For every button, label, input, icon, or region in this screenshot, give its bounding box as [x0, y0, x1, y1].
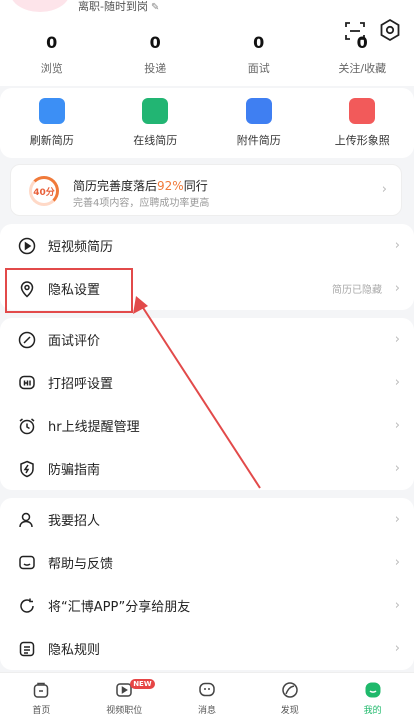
settings-group-3: 我要招人 › 帮助与反馈 › 将“汇博APP”分享给朋友 › 隐私规则 ›	[0, 498, 414, 670]
chevron-right-icon: ›	[394, 555, 400, 570]
resume-progress-card[interactable]: 40分 简历完善度落后92%同行 完善4项内容，应聘成功率更高 ›	[10, 164, 402, 216]
privacy-status-value: 简历已隐藏	[332, 285, 382, 296]
list-item-privacy-rules[interactable]: 隐私规则 ›	[0, 627, 414, 670]
me-icon	[365, 682, 381, 698]
list-item-recruit[interactable]: 我要招人 ›	[0, 498, 414, 541]
progress-title: 简历完善度落后92%同行	[73, 177, 208, 194]
list-item-label: 帮助与反馈	[48, 557, 114, 572]
message-icon	[199, 682, 215, 697]
quick-label: 在线简历	[133, 134, 178, 147]
tab-me[interactable]: 我的	[331, 673, 414, 720]
list-item-label: 防骗指南	[48, 463, 101, 478]
share-icon	[20, 598, 34, 613]
job-status-text: 离职-随时到岗	[78, 0, 148, 13]
list-item-label: 将“汇博APP”分享给朋友	[48, 600, 191, 615]
stat-value: 0	[356, 33, 368, 52]
profile-header: 离职-随时到岗 ✎ 0 浏览 0 投递 0 面试 0 关注/收藏	[0, 0, 414, 86]
progress-subtitle: 完善4项内容，应聘成功率更高	[73, 198, 210, 209]
stat-label: 投递	[144, 62, 167, 75]
bottom-tab-bar: 首页 NEW 视频职位 消息 发现 我的	[0, 672, 414, 720]
new-badge: NEW	[130, 679, 155, 689]
chevron-right-icon: ›	[394, 418, 400, 433]
chevron-right-icon: ›	[394, 641, 400, 656]
list-item-label: 短视频简历	[48, 240, 114, 255]
stat-value: 0	[149, 33, 161, 52]
quick-label: 附件简历	[236, 134, 281, 147]
stat-label: 浏览	[40, 62, 63, 75]
greeting-icon	[19, 375, 35, 389]
progress-title-suffix: 同行	[183, 179, 208, 193]
recruit-icon	[19, 512, 33, 527]
chevron-right-icon: ›	[394, 238, 400, 253]
list-item-interview-review[interactable]: 面试评价 ›	[0, 318, 414, 361]
rules-icon	[19, 641, 35, 656]
chevron-right-icon: ›	[394, 332, 400, 347]
chevron-right-icon: ›	[394, 512, 400, 527]
chevron-right-icon: ›	[394, 598, 400, 613]
stat-label: 关注/收藏	[338, 62, 387, 75]
stat-interviews[interactable]: 0 面试	[207, 32, 311, 76]
chevron-right-icon: ›	[394, 281, 400, 296]
chevron-right-icon: ›	[381, 182, 387, 197]
play-circle-icon	[18, 237, 36, 254]
stat-value: 0	[253, 33, 265, 52]
attachment-icon	[245, 98, 272, 124]
tab-label: 发现	[280, 706, 299, 716]
progress-ring: 40分	[29, 176, 59, 206]
list-item-label: 我要招人	[48, 514, 101, 529]
tab-home[interactable]: 首页	[0, 673, 83, 720]
progress-score: 40分	[33, 187, 55, 198]
tab-messages[interactable]: 消息	[166, 673, 249, 720]
list-item-video-resume[interactable]: 短视频简历 ›	[0, 224, 414, 267]
edit-icon[interactable]: ✎	[151, 2, 159, 13]
quick-label: 上传形象照	[334, 134, 390, 147]
job-status[interactable]: 离职-随时到岗 ✎	[78, 0, 159, 15]
list-item-label: 打招呼设置	[48, 377, 114, 392]
feedback-icon	[19, 555, 35, 569]
avatar[interactable]	[8, 0, 72, 14]
tab-label: 视频职位	[106, 706, 143, 716]
list-item-label: hr上线提醒管理	[48, 420, 140, 435]
quick-label: 刷新简历	[29, 134, 74, 147]
upload-photo-button[interactable]: 上传形象照	[311, 88, 414, 158]
tab-video-jobs[interactable]: NEW 视频职位	[83, 673, 166, 720]
list-item-greeting-settings[interactable]: 打招呼设置 ›	[0, 361, 414, 404]
stat-value: 0	[46, 33, 58, 52]
list-item-label: 面试评价	[48, 334, 101, 349]
settings-group-2: 面试评价 › 打招呼设置 › hr上线提醒管理 › 防骗指南 ›	[0, 318, 414, 490]
progress-percent: 92%	[157, 179, 184, 193]
tab-label: 首页	[32, 706, 51, 716]
progress-title-prefix: 简历完善度落后	[73, 179, 158, 193]
chevron-right-icon: ›	[394, 375, 400, 390]
tab-discover[interactable]: 发现	[248, 673, 331, 720]
chevron-right-icon: ›	[394, 461, 400, 476]
stat-label: 面试	[247, 62, 270, 75]
refresh-resume-button[interactable]: 刷新简历	[0, 88, 104, 158]
online-resume-icon	[142, 98, 169, 124]
list-item-hr-online-reminder[interactable]: hr上线提醒管理 ›	[0, 404, 414, 447]
attachment-resume-button[interactable]: 附件简历	[207, 88, 311, 158]
list-item-help-feedback[interactable]: 帮助与反馈 ›	[0, 541, 414, 584]
list-item-share-app[interactable]: 将“汇博APP”分享给朋友 ›	[0, 584, 414, 627]
stat-applied[interactable]: 0 投递	[104, 32, 208, 76]
shield-icon	[20, 460, 34, 477]
stat-following[interactable]: 0 关注/收藏	[311, 32, 414, 76]
home-icon	[34, 682, 49, 698]
tab-label: 消息	[197, 706, 216, 716]
review-icon	[18, 331, 36, 348]
list-item-label: 隐私规则	[48, 643, 101, 658]
list-item-anti-fraud-guide[interactable]: 防骗指南 ›	[0, 447, 414, 490]
tab-label: 我的	[363, 706, 382, 716]
refresh-icon	[38, 98, 65, 124]
discover-icon	[282, 682, 298, 698]
highlight-box	[5, 268, 133, 313]
stat-views[interactable]: 0 浏览	[0, 32, 104, 76]
stats-bar: 0 浏览 0 投递 0 面试 0 关注/收藏	[0, 32, 414, 76]
online-resume-button[interactable]: 在线简历	[104, 88, 208, 158]
photo-icon	[349, 98, 376, 124]
alarm-icon	[19, 417, 35, 434]
quick-actions: 刷新简历 在线简历 附件简历 上传形象照	[0, 88, 414, 158]
